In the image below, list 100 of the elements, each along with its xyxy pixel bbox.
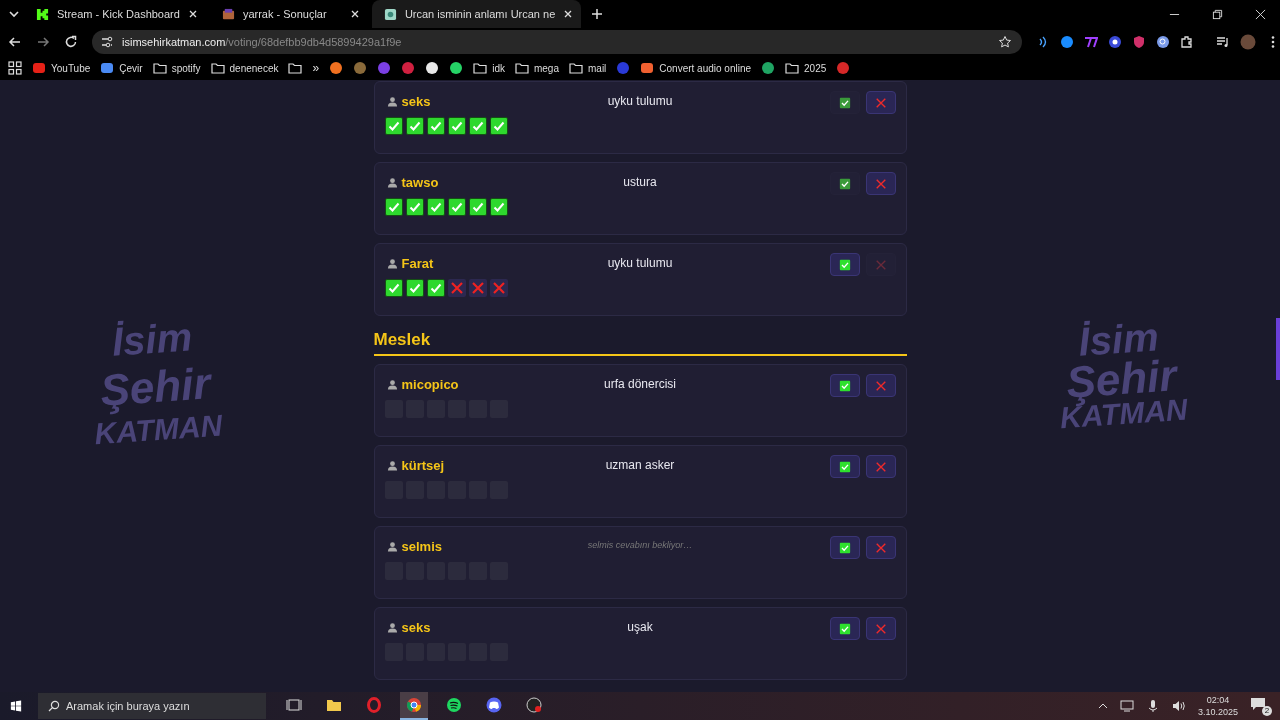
bookmark-link[interactable]: YouTube	[32, 61, 91, 75]
approve-button[interactable]	[829, 172, 860, 195]
more-bookmarks[interactable]: »	[312, 61, 320, 75]
person-icon	[386, 177, 398, 188]
reject-button[interactable]	[865, 536, 896, 559]
checkbox-icon	[838, 96, 851, 109]
approve-button[interactable]	[829, 536, 860, 559]
close-icon[interactable]	[187, 9, 198, 19]
tab-list-icon[interactable]	[8, 8, 20, 20]
taskbar-search-field[interactable]: Aramak için buraya yazın	[38, 693, 266, 719]
folder-icon	[569, 61, 583, 75]
close-icon[interactable]	[349, 9, 360, 19]
site-icon	[640, 61, 655, 75]
game-icon	[221, 7, 235, 21]
bookmark-icon[interactable]	[449, 61, 464, 75]
chat-icon	[1250, 696, 1266, 712]
taskbar-app[interactable]	[400, 692, 428, 720]
bookmark-link[interactable]: Convert audio online	[640, 61, 752, 75]
task-view-icon	[286, 697, 302, 713]
bookmark-folder[interactable]: mail	[569, 61, 607, 75]
address-bar[interactable]: isimsehirkatman.com/voting/68defbb9db4d5899429a1f9e	[92, 30, 1022, 54]
bookmark-icon[interactable]	[329, 61, 344, 75]
site-icon	[100, 61, 115, 75]
section-heading: Meslek	[373, 330, 907, 356]
player-name: tawso	[401, 175, 439, 190]
media-control-icon[interactable]	[1216, 35, 1230, 49]
approve-button[interactable]	[829, 253, 860, 276]
reject-button[interactable]	[865, 617, 896, 640]
recorder-icon	[526, 697, 542, 713]
person-icon	[386, 622, 398, 633]
checkbox-icon	[838, 258, 851, 271]
bookmark-folder[interactable]: mega	[514, 61, 559, 75]
chevron-up-icon[interactable]	[1097, 701, 1108, 711]
close-icon[interactable]	[1255, 8, 1266, 20]
taskbar-clock[interactable]: 02:04 3.10.2025	[1197, 694, 1238, 718]
checkbox-icon	[838, 379, 851, 392]
answer-text: urfa dönercisi	[603, 377, 676, 391]
bookmark-folder[interactable]: idk	[473, 61, 505, 75]
ring-icon	[366, 697, 382, 713]
person-icon	[386, 258, 398, 269]
answer-text: uyku tulumu	[607, 94, 673, 108]
scrollbar-thumb[interactable]	[1276, 318, 1280, 380]
reload-icon[interactable]	[64, 35, 78, 49]
reject-button[interactable]	[865, 91, 896, 114]
browser-icon	[406, 697, 422, 713]
speaker-icon[interactable]	[1171, 699, 1186, 713]
x-icon	[874, 541, 887, 554]
player-name: kürtsej	[401, 458, 445, 473]
answer-text: uzman asker	[605, 458, 675, 472]
forward-icon[interactable]	[36, 35, 50, 49]
star-icon[interactable]	[998, 35, 1012, 49]
reject-button[interactable]	[865, 374, 896, 397]
extension-icon[interactable]	[1060, 35, 1074, 49]
person-icon	[386, 541, 398, 552]
answer-text: uyku tulumu	[607, 256, 673, 270]
windows-start-icon[interactable]	[10, 700, 22, 712]
approve-button[interactable]	[829, 455, 860, 478]
restore-icon[interactable]	[1212, 8, 1223, 20]
profile-avatar-icon[interactable]	[1240, 34, 1256, 50]
browser-tab[interactable]: Urcan isminin anlamı Urcan ne	[371, 0, 582, 28]
close-icon[interactable]	[563, 9, 574, 19]
player-name: micopico	[401, 377, 459, 392]
bookmark-folder[interactable]	[288, 61, 303, 75]
checkbox-icon	[838, 460, 851, 473]
reject-button[interactable]	[865, 172, 896, 195]
x-icon	[874, 460, 887, 473]
x-icon	[874, 379, 887, 392]
x-icon	[874, 177, 887, 190]
background-logo: İsim Şehir KATMAN	[92, 314, 225, 450]
page-icon	[383, 7, 397, 21]
player-name: seks	[401, 94, 431, 109]
reject-button[interactable]	[865, 455, 896, 478]
notification-button[interactable]: 2	[1250, 696, 1272, 716]
browser-tab[interactable]: yarrak - Sonuçlar	[209, 0, 368, 28]
bookmark-icon[interactable]	[425, 61, 440, 75]
answer-text: selmis cevabını bekliyor…	[587, 540, 693, 550]
browser-tab[interactable]: Stream - Kick Dashboard	[24, 0, 206, 28]
extension-icon[interactable]	[1108, 35, 1122, 49]
network-icon[interactable]	[1119, 699, 1134, 713]
folder-icon	[326, 697, 342, 713]
back-icon[interactable]	[8, 35, 22, 49]
approve-button[interactable]	[829, 374, 860, 397]
site-settings-icon[interactable]	[100, 35, 114, 49]
approve-button[interactable]	[829, 91, 860, 114]
bookmark-link[interactable]: Çevir	[100, 61, 143, 75]
bookmark-folder[interactable]: spotify	[152, 61, 201, 75]
new-tab-icon[interactable]	[591, 8, 604, 20]
bookmark-folder[interactable]: 2025	[785, 61, 827, 75]
apps-grid-icon[interactable]	[8, 61, 22, 75]
extension-icon[interactable]	[1156, 35, 1170, 49]
puzzle-icon[interactable]	[1180, 35, 1194, 49]
folder-icon	[152, 61, 167, 75]
k-logo-icon	[36, 7, 49, 21]
bookmark-icon[interactable]	[761, 61, 776, 75]
x-icon	[874, 96, 887, 109]
approve-button[interactable]	[829, 617, 860, 640]
bookmark-folder[interactable]: denenecek	[210, 61, 279, 75]
shield-icon[interactable]	[1132, 35, 1146, 49]
site-icon	[32, 61, 46, 75]
folder-icon	[210, 61, 225, 75]
